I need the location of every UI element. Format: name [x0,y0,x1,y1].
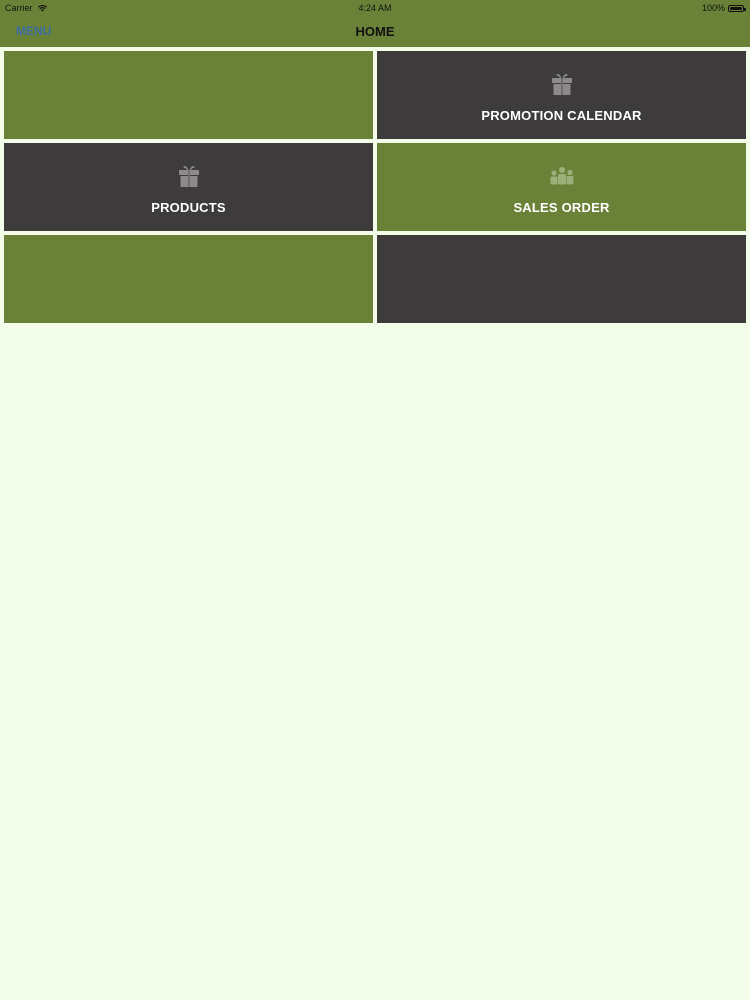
status-bar: Carrier 4:24 AM 100% [0,0,750,16]
gift-icon [178,166,199,187]
group-icon [550,167,573,185]
tile-label: SALES ORDER [513,200,610,215]
home-tile-blank-2[interactable] [4,235,373,323]
battery-icon [728,4,746,12]
battery-status: 100% [701,3,746,13]
top-bar: Carrier 4:24 AM 100% MENU HOME [0,0,750,47]
gift-icon [551,74,572,95]
home-tile-blank-1[interactable] [4,51,373,139]
navigation-bar: MENU HOME [0,16,750,47]
battery-fill [730,6,742,10]
tile-label: PROMOTION CALENDAR [481,108,642,123]
tile-sales-order[interactable]: SALES ORDER [377,143,746,231]
menu-button[interactable]: MENU [16,24,51,38]
tile-label: PRODUCTS [151,200,226,215]
page-title: HOME [355,24,395,39]
battery-cap [744,7,746,11]
status-time: 4:24 AM [358,3,392,13]
battery-percent: 100% [701,3,725,13]
tile-promotion-calendar[interactable]: PROMOTION CALENDAR [377,51,746,139]
home-screen: Carrier 4:24 AM 100% MENU HOME PROMOTION… [0,0,750,1000]
home-tile-blank-3[interactable] [377,235,746,323]
tile-products[interactable]: PRODUCTS [4,143,373,231]
